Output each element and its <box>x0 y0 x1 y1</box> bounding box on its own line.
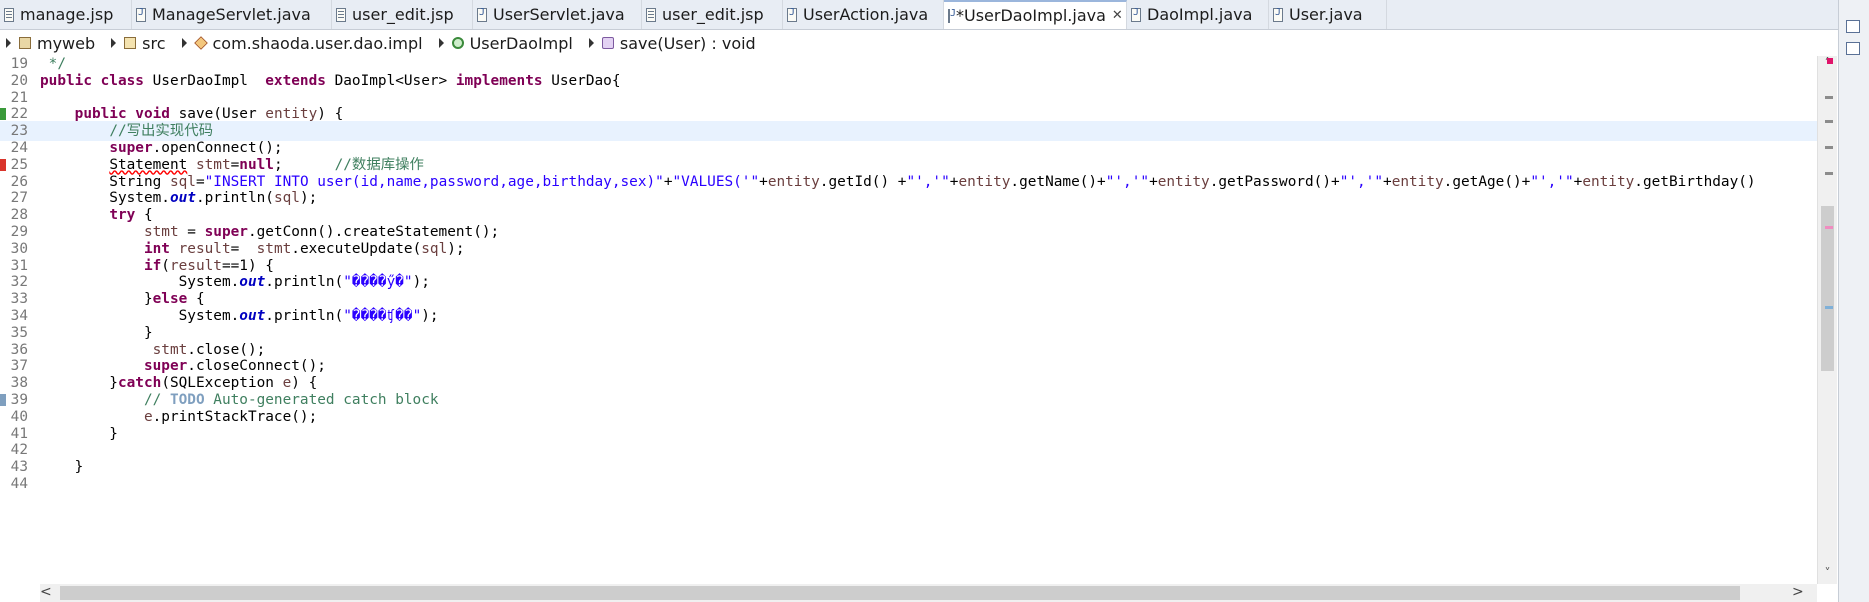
warning-marker[interactable] <box>1825 226 1833 229</box>
breadcrumb-label: com.shaoda.user.dao.impl <box>212 33 423 53</box>
code-editor[interactable]: 19 */20 public class UserDaoImpl extends … <box>0 56 1817 584</box>
horizontal-scrollbar[interactable]: < > <box>40 584 1817 602</box>
java-file-icon <box>948 8 956 23</box>
tab-label: user_edit.jsp <box>352 5 454 24</box>
close-tab-icon[interactable]: ✕ <box>1112 8 1123 23</box>
occurrence-marker[interactable] <box>1825 96 1833 99</box>
override-marker-icon[interactable] <box>0 108 6 121</box>
jsp-file-icon <box>4 7 14 22</box>
outline-view-icon[interactable] <box>1846 20 1860 33</box>
task-marker[interactable] <box>1825 306 1833 309</box>
error-marker-icon[interactable] <box>0 158 6 171</box>
breadcrumb-item[interactable]: UserDaoImpl <box>433 34 573 53</box>
tab-daoimpl-java[interactable]: DaoImpl.java <box>1127 0 1269 29</box>
breadcrumb: myweb src com.shaoda.user.dao.impl UserDaoI… <box>0 30 1838 56</box>
tab-label: UserAction.java <box>803 5 929 24</box>
side-toolbar <box>1838 0 1869 602</box>
breadcrumb-label: save(User) : void <box>619 33 756 53</box>
tab-label: *UserDaoImpl.java <box>956 6 1106 25</box>
horizontal-scroll-thumb[interactable] <box>60 586 1740 600</box>
breadcrumb-label: myweb <box>37 33 96 53</box>
chevron-right-icon[interactable] <box>438 38 444 48</box>
java-file-icon <box>136 7 146 22</box>
chevron-right-icon[interactable] <box>588 38 594 48</box>
tab-user-edit-jsp[interactable]: user_edit.jsp <box>642 0 783 29</box>
breadcrumb-label: src <box>142 33 166 53</box>
tab-user-edit-jsp[interactable]: user_edit.jsp <box>332 0 473 29</box>
class-icon <box>451 37 464 49</box>
jsp-file-icon <box>336 7 346 22</box>
breadcrumb-item[interactable]: myweb <box>0 34 95 53</box>
tab-userdaoimpl-java[interactable]: *UserDaoImpl.java ✕ <box>944 0 1127 29</box>
breadcrumb-item[interactable]: save(User) : void <box>583 34 756 53</box>
java-file-icon <box>1131 7 1141 22</box>
project-icon <box>19 37 31 49</box>
tab-user-java[interactable]: User.java <box>1269 0 1387 29</box>
scroll-left-arrow-icon[interactable]: < <box>40 584 52 600</box>
tab-label: user_edit.jsp <box>662 5 764 24</box>
type-hierarchy-icon[interactable] <box>1846 42 1860 55</box>
chevron-right-icon[interactable] <box>181 38 187 48</box>
tab-manageservlet-java[interactable]: ManageServlet.java <box>132 0 332 29</box>
editor-tab-bar: manage.jsp ManageServlet.java user_edit.js… <box>0 0 1838 30</box>
tab-label: ManageServlet.java <box>152 5 311 24</box>
java-file-icon <box>1273 7 1283 22</box>
line-number: 44 <box>10 476 28 492</box>
breadcrumb-item[interactable]: src <box>105 33 166 53</box>
method-icon <box>601 37 614 49</box>
code-line[interactable]: 44 <box>0 474 1817 494</box>
chevron-right-icon[interactable] <box>6 38 11 48</box>
tab-manage-jsp[interactable]: manage.jsp <box>0 0 132 29</box>
breadcrumb-item[interactable]: com.shaoda.user.dao.impl <box>176 34 423 53</box>
tab-useraction-java[interactable]: UserAction.java <box>783 0 944 29</box>
scroll-right-arrow-icon[interactable]: > <box>1792 584 1804 600</box>
task-marker-icon[interactable] <box>0 394 6 406</box>
package-icon <box>193 36 208 50</box>
jsp-file-icon <box>646 7 656 22</box>
occurrence-marker[interactable] <box>1825 172 1833 175</box>
occurrence-marker[interactable] <box>1825 120 1833 123</box>
tab-label: manage.jsp <box>20 5 114 24</box>
tab-label: DaoImpl.java <box>1147 5 1253 24</box>
tab-label: UserServlet.java <box>493 5 625 24</box>
error-marker[interactable] <box>1827 58 1833 64</box>
tab-label: User.java <box>1289 5 1363 24</box>
overview-ruler <box>1825 56 1835 576</box>
java-file-icon <box>787 7 797 22</box>
breadcrumb-label: UserDaoImpl <box>469 33 573 53</box>
tab-userservlet-java[interactable]: UserServlet.java <box>473 0 642 29</box>
chevron-right-icon[interactable] <box>111 38 117 48</box>
java-file-icon <box>477 7 487 22</box>
source-folder-icon <box>124 37 137 49</box>
occurrence-marker[interactable] <box>1825 146 1833 149</box>
